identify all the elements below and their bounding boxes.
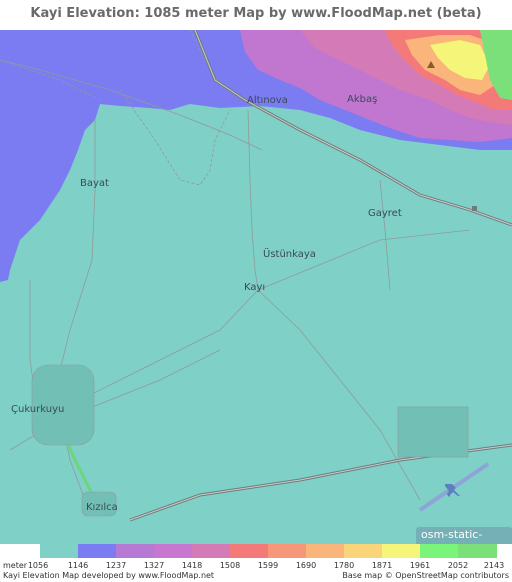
legend-swatch bbox=[268, 544, 307, 558]
place-label-kayi: Kayı bbox=[244, 282, 266, 293]
legend-tick-label: 1146 bbox=[67, 561, 89, 570]
legend-tick-label: 1599 bbox=[257, 561, 279, 570]
legend-tick-label: 1690 bbox=[295, 561, 317, 570]
title-bar: Kayi Elevation: 1085 meter Map by www.Fl… bbox=[0, 0, 512, 30]
place-label-akbas: Akbaş bbox=[347, 94, 378, 105]
osm-static-maps-watermark: osm-static-maps bbox=[416, 527, 512, 544]
legend-swatch bbox=[458, 544, 497, 558]
footer-attribution: Base map © OpenStreetMap contributors bbox=[342, 571, 509, 580]
legend-tick-label: 1508 bbox=[219, 561, 241, 570]
legend-tick-label: 1961 bbox=[409, 561, 431, 570]
place-label-ustunkaya: Üstünkaya bbox=[263, 249, 316, 260]
elevation-map[interactable]: Altınova Akbaş Bayat Gayret Üstünkaya Ka… bbox=[0, 30, 512, 544]
map-title: Kayi Elevation: 1085 meter Map by www.Fl… bbox=[30, 6, 482, 21]
legend-tick-label: 1871 bbox=[371, 561, 393, 570]
legend-swatch bbox=[230, 544, 269, 558]
place-label-bayat: Bayat bbox=[80, 178, 109, 189]
legend-tick-label: 1418 bbox=[181, 561, 203, 570]
place-label-kizilca: Kızılca bbox=[86, 502, 118, 513]
legend-swatch bbox=[78, 544, 117, 558]
legend-swatch bbox=[382, 544, 421, 558]
legend-tick-label: 1237 bbox=[105, 561, 127, 570]
place-label-altinova: Altınova bbox=[247, 95, 288, 106]
legend-tick-label: 2052 bbox=[447, 561, 469, 570]
footer-credit: Kayi Elevation Map developed by www.Floo… bbox=[3, 571, 215, 580]
legend-swatch bbox=[420, 544, 459, 558]
legend-tick-label: 1056 bbox=[27, 561, 49, 570]
elevation-legend: meter 1056 1146 1237 1327 1418 1508 1599 1690 17… bbox=[0, 544, 512, 582]
legend-swatch bbox=[344, 544, 383, 558]
legend-swatch bbox=[192, 544, 231, 558]
place-label-gayret: Gayret bbox=[368, 208, 402, 219]
legend-tick-label: 2143 bbox=[483, 561, 505, 570]
airport-grid bbox=[397, 406, 469, 458]
legend-swatch bbox=[154, 544, 193, 558]
legend-tick-label: 1780 bbox=[333, 561, 355, 570]
highway-shield-icon bbox=[472, 206, 477, 211]
legend-tick-label: 1327 bbox=[143, 561, 165, 570]
legend-swatch bbox=[116, 544, 155, 558]
legend-swatch bbox=[306, 544, 345, 558]
legend-unit-label: meter bbox=[3, 561, 28, 570]
place-label-cukurkuyu: Çukurkuyu bbox=[11, 404, 65, 415]
legend-swatch bbox=[40, 544, 79, 558]
